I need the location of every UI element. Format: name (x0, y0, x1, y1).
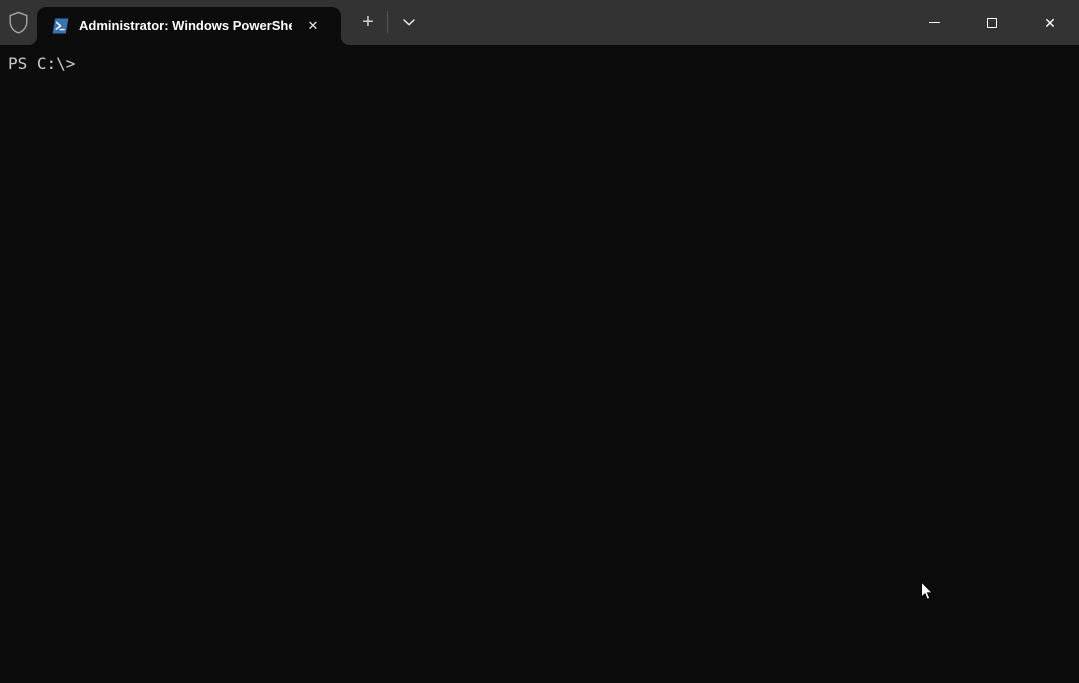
close-icon: ✕ (1044, 16, 1056, 30)
chevron-down-icon (403, 19, 415, 26)
minimize-icon (929, 22, 940, 23)
tab-close-button[interactable]: ✕ (300, 13, 326, 39)
tab-dropdown-button[interactable] (394, 7, 424, 37)
terminal-window: Administrator: Windows PowerShell ✕ + ✕ … (0, 0, 1079, 683)
maximize-button[interactable] (963, 0, 1021, 45)
titlebar: Administrator: Windows PowerShell ✕ + ✕ (0, 0, 1079, 45)
new-tab-button[interactable]: + (353, 7, 383, 37)
powershell-icon (52, 18, 69, 34)
tab-title: Administrator: Windows PowerShell (79, 7, 292, 45)
minimize-button[interactable] (905, 0, 963, 45)
maximize-icon (987, 18, 997, 28)
terminal-viewport[interactable]: PS C:\> (0, 45, 1079, 683)
window-controls: ✕ (905, 0, 1079, 45)
tab-powershell[interactable]: Administrator: Windows PowerShell ✕ (37, 7, 341, 45)
titlebar-separator (387, 11, 388, 33)
close-button[interactable]: ✕ (1021, 0, 1079, 45)
titlebar-drag-region[interactable] (424, 0, 905, 45)
terminal-prompt: PS C:\> (8, 54, 1071, 74)
